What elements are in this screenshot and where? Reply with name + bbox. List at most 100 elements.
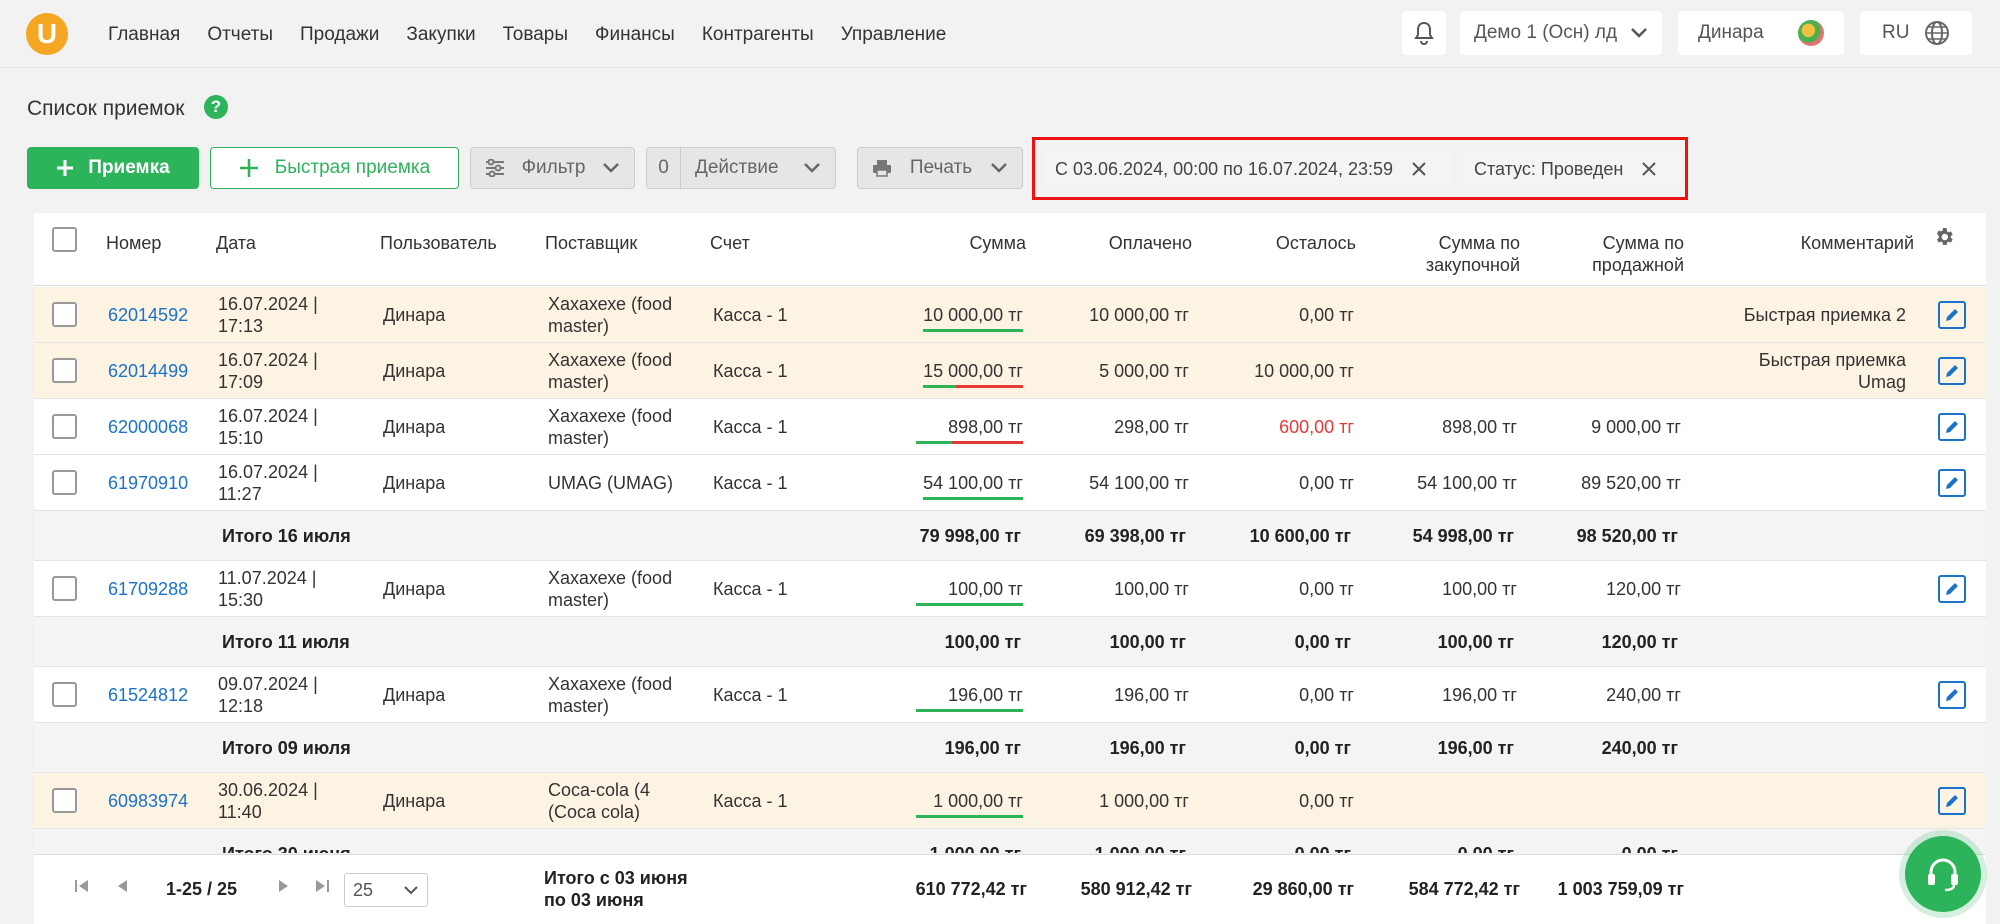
row-sum-sale bbox=[1534, 343, 1681, 398]
row-sum-value: 1 000,00 тг bbox=[933, 790, 1023, 811]
row-user: Динара bbox=[383, 578, 446, 599]
table-row[interactable]: 61524812 09.07.2024 | 12:18 Динара Хахахе… bbox=[34, 667, 1986, 723]
col-sum-purchase[interactable]: Сумма по закупочной bbox=[1400, 232, 1520, 276]
org-selector[interactable]: Демо 1 (Осн) лд bbox=[1460, 11, 1662, 55]
last-page-icon[interactable] bbox=[314, 879, 330, 893]
day-total-paid: 100,00 тг bbox=[1109, 631, 1186, 652]
day-total-sale: 98 520,00 тг bbox=[1576, 525, 1678, 546]
nav-item-management[interactable]: Управление bbox=[841, 24, 947, 46]
col-supplier[interactable]: Поставщик bbox=[545, 232, 637, 254]
nav-item-finance[interactable]: Финансы bbox=[595, 24, 675, 46]
add-receipt-button[interactable]: Приемка bbox=[27, 147, 199, 189]
nav-item-products[interactable]: Товары bbox=[503, 24, 568, 46]
help-icon[interactable]: ? bbox=[204, 95, 228, 119]
payment-progress-bar bbox=[916, 708, 1023, 712]
print-button[interactable]: Печать bbox=[857, 147, 1023, 189]
receipt-number-link[interactable]: 62014592 bbox=[108, 287, 188, 342]
col-number[interactable]: Номер bbox=[106, 232, 161, 254]
col-date[interactable]: Дата bbox=[216, 232, 256, 254]
row-supplier-line1: Хахахехе (food bbox=[548, 349, 673, 370]
table-row[interactable]: 62000068 16.07.2024 | 15:10 Динара Хахахе… bbox=[34, 399, 1986, 455]
edit-icon[interactable] bbox=[1938, 357, 1966, 385]
col-paid[interactable]: Оплачено bbox=[1074, 232, 1192, 254]
nav-item-purchases[interactable]: Закупки bbox=[406, 24, 475, 46]
table-row[interactable]: 61970910 16.07.2024 | 11:27 Динара UMAG (… bbox=[34, 455, 1986, 511]
row-date-time: 11:40 bbox=[218, 801, 262, 822]
row-paid: 298,00 тг bbox=[1114, 416, 1189, 437]
grand-total-paid: 580 912,42 тг bbox=[1080, 879, 1192, 899]
edit-icon[interactable] bbox=[1938, 787, 1966, 815]
next-page-icon[interactable] bbox=[278, 879, 290, 893]
receipt-number-link[interactable]: 62014499 bbox=[108, 343, 188, 398]
notifications-button[interactable] bbox=[1402, 11, 1446, 55]
receipt-number-link[interactable]: 61709288 bbox=[108, 561, 188, 616]
receipt-number-link[interactable]: 61970910 bbox=[108, 455, 188, 510]
grand-total-sale: 1 003 759,09 тг bbox=[1557, 879, 1684, 899]
table-row[interactable]: 61709288 11.07.2024 | 15:30 Динара Хахахе… bbox=[34, 561, 1986, 617]
row-checkbox[interactable] bbox=[52, 682, 77, 707]
edit-icon[interactable] bbox=[1938, 469, 1966, 497]
col-sum[interactable]: Сумма bbox=[934, 232, 1026, 254]
nav-item-reports[interactable]: Отчеты bbox=[207, 24, 273, 46]
row-account: Касса - 1 bbox=[713, 304, 788, 325]
row-checkbox[interactable] bbox=[52, 470, 77, 495]
row-date: 09.07.2024 | 12:18 bbox=[218, 667, 318, 722]
day-total-sale: 120,00 тг bbox=[1601, 631, 1678, 652]
row-date-time: 17:09 bbox=[218, 371, 264, 392]
close-icon[interactable] bbox=[1411, 161, 1427, 177]
chevron-down-icon bbox=[991, 163, 1007, 173]
col-comment[interactable]: Комментарий bbox=[1734, 232, 1914, 254]
table-row[interactable]: 60983974 30.06.2024 | 11:40 Динара Coca-c… bbox=[34, 773, 1986, 829]
day-total-remaining: 10 600,00 тг bbox=[1249, 525, 1351, 546]
support-chat-button[interactable] bbox=[1905, 836, 1981, 912]
receipt-number-link[interactable]: 62000068 bbox=[108, 399, 188, 454]
umag-logo[interactable]: U bbox=[26, 13, 68, 55]
first-page-icon[interactable] bbox=[74, 879, 90, 893]
nav-item-home[interactable]: Главная bbox=[108, 24, 180, 46]
select-all-checkbox[interactable] bbox=[52, 227, 77, 252]
quick-receipt-button[interactable]: Быстрая приемка bbox=[210, 147, 459, 189]
row-sum-sale bbox=[1534, 287, 1681, 342]
chevron-down-icon bbox=[1631, 28, 1647, 38]
per-page-select[interactable]: 25 bbox=[344, 873, 428, 907]
row-supplier-line2: master) bbox=[548, 315, 610, 336]
day-total-purchase: 0,00 тг bbox=[1374, 829, 1514, 854]
nav-item-counterparties[interactable]: Контрагенты bbox=[702, 24, 814, 46]
table-footer: 1-25 / 25 25 Итого с 03 июня по 03 июня … bbox=[34, 854, 1986, 924]
edit-icon[interactable] bbox=[1938, 413, 1966, 441]
org-selector-label: Демо 1 (Осн) лд bbox=[1474, 22, 1618, 43]
row-date-day: 30.06.2024 | bbox=[218, 779, 318, 800]
edit-icon[interactable] bbox=[1938, 575, 1966, 603]
chevron-down-icon bbox=[804, 163, 820, 173]
table-row[interactable]: 62014592 16.07.2024 | 17:13 Динара Хахахе… bbox=[34, 287, 1986, 343]
row-checkbox[interactable] bbox=[52, 414, 77, 439]
filter-chip-status: Статус: Проведен bbox=[1462, 151, 1682, 187]
row-supplier-line2: master) bbox=[548, 589, 610, 610]
row-paid: 100,00 тг bbox=[1114, 578, 1189, 599]
row-checkbox[interactable] bbox=[52, 576, 77, 601]
col-remaining[interactable]: Осталось bbox=[1234, 232, 1356, 254]
edit-icon[interactable] bbox=[1938, 301, 1966, 329]
col-user[interactable]: Пользователь bbox=[380, 232, 497, 254]
row-checkbox[interactable] bbox=[52, 788, 77, 813]
col-account[interactable]: Счет bbox=[710, 232, 750, 254]
receipt-number-link[interactable]: 61524812 bbox=[108, 667, 188, 722]
row-account: Касса - 1 bbox=[713, 684, 788, 705]
edit-icon[interactable] bbox=[1938, 681, 1966, 709]
row-sum-purchase bbox=[1374, 773, 1517, 828]
row-comment-line2: Umag bbox=[1857, 371, 1906, 392]
receipt-number-link[interactable]: 60983974 bbox=[108, 773, 188, 828]
language-selector[interactable]: RU bbox=[1860, 11, 1972, 55]
row-account: Касса - 1 bbox=[713, 472, 788, 493]
row-checkbox[interactable] bbox=[52, 358, 77, 383]
row-checkbox[interactable] bbox=[52, 302, 77, 327]
filter-button[interactable]: Фильтр bbox=[470, 147, 635, 189]
prev-page-icon[interactable] bbox=[116, 879, 128, 893]
close-icon[interactable] bbox=[1641, 161, 1657, 177]
user-menu[interactable]: Динара bbox=[1678, 11, 1844, 55]
action-dropdown[interactable]: 0 Действие bbox=[646, 147, 836, 189]
table-row[interactable]: 62014499 16.07.2024 | 17:09 Динара Хахахе… bbox=[34, 343, 1986, 399]
gear-icon[interactable] bbox=[1933, 226, 1955, 248]
col-sum-sale[interactable]: Сумма по продажной bbox=[1564, 232, 1684, 276]
nav-item-sales[interactable]: Продажи bbox=[300, 24, 379, 46]
